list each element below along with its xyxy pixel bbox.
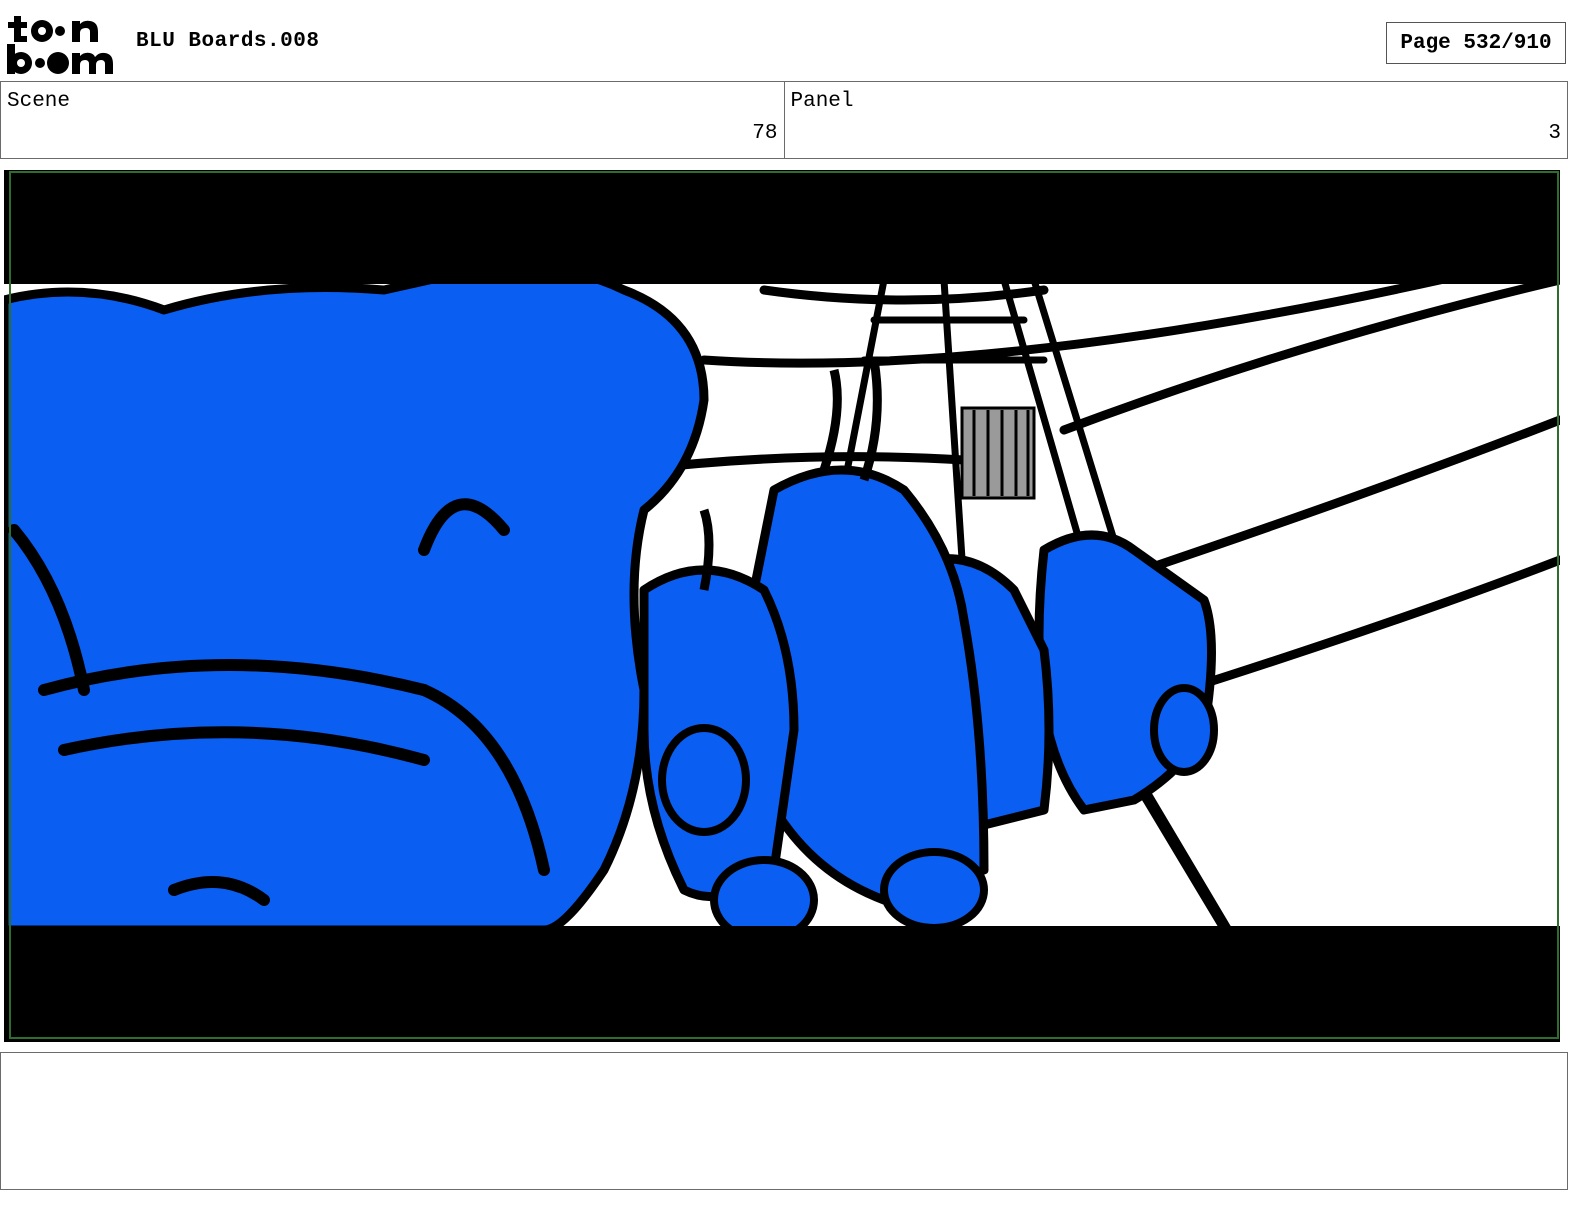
page-indicator-text: Page 532/910	[1400, 31, 1552, 55]
cage	[960, 406, 1036, 500]
panel-label: Panel	[790, 90, 854, 113]
letterbox-bottom	[4, 926, 1560, 1042]
storyboard-panel	[4, 170, 1560, 1042]
page-indicator: Page 532/910	[1386, 22, 1566, 64]
panel-number: 3	[1548, 122, 1561, 145]
scene-number: 78	[752, 122, 778, 145]
page-header: BLU Boards.008 Page 532/910	[0, 0, 1584, 82]
letterbox-top	[4, 170, 1560, 284]
notes-box	[0, 1052, 1568, 1190]
storyboard-drawing	[4, 170, 1560, 1042]
toonboom-logo	[7, 16, 113, 74]
panel-cell: Panel 3	[783, 82, 1568, 158]
scene-label: Scene	[7, 90, 71, 113]
scene-panel-info-row: Scene 78 Panel 3	[0, 81, 1568, 159]
scene-cell: Scene 78	[1, 82, 784, 158]
document-title: BLU Boards.008	[136, 30, 320, 53]
